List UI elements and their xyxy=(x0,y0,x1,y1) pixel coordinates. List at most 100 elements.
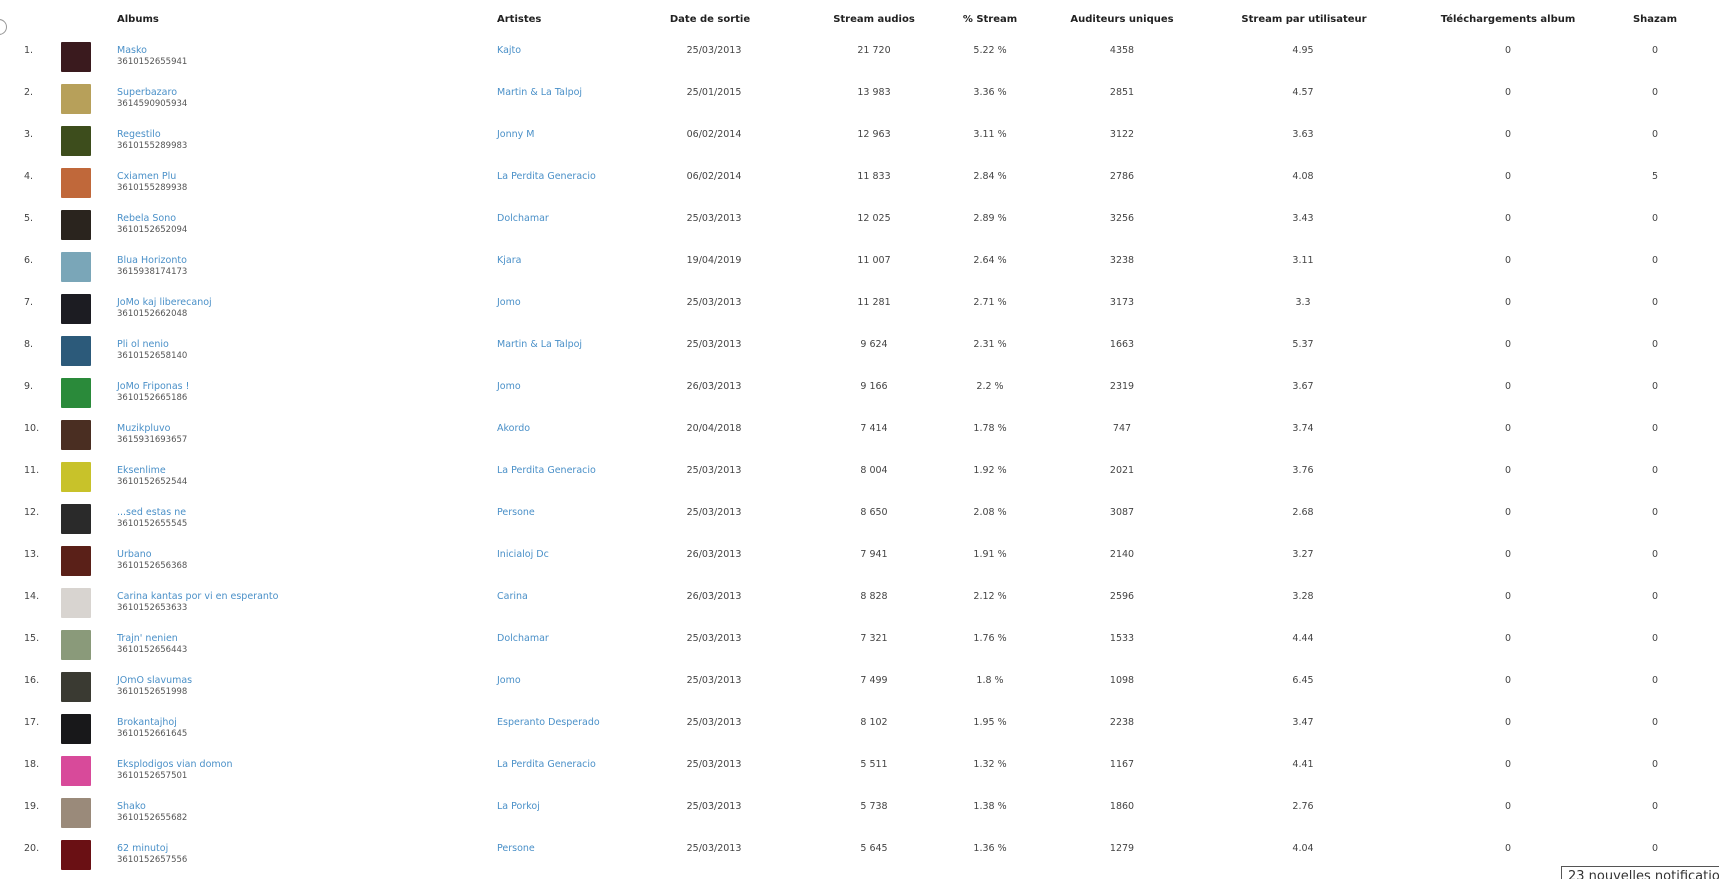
artist-link[interactable]: Dolchamar xyxy=(497,633,549,644)
notification-toast[interactable]: 23 nouvelles notification xyxy=(1561,866,1719,879)
artist-link[interactable]: Martin & La Talpoj xyxy=(497,87,582,98)
album-title-link[interactable]: Masko xyxy=(117,45,147,56)
album-cover[interactable] xyxy=(61,630,91,660)
col-header-unique-listeners[interactable]: Auditeurs uniques xyxy=(1070,14,1173,25)
col-header-stream-per-user[interactable]: Stream par utilisateur xyxy=(1241,14,1366,25)
album-title-link[interactable]: Trajn' nenien xyxy=(117,633,178,644)
release-date: 25/03/2013 xyxy=(686,801,742,812)
artist-link[interactable]: La Porkoj xyxy=(497,801,540,812)
album-title-link[interactable]: JoMo Friponas ! xyxy=(117,381,189,392)
album-cover[interactable] xyxy=(61,546,91,576)
artist-link[interactable]: La Perdita Generacio xyxy=(497,171,596,182)
artist-link[interactable]: Jomo xyxy=(497,675,521,686)
album-cover[interactable] xyxy=(61,378,91,408)
release-date: 25/03/2013 xyxy=(686,213,742,224)
album-title-link[interactable]: Carina kantas por vi en esperanto xyxy=(117,591,278,602)
album-cover[interactable] xyxy=(61,294,91,324)
album-cover[interactable] xyxy=(61,798,91,828)
album-title-link[interactable]: Muzikpluvo xyxy=(117,423,170,434)
col-header-streams[interactable]: Stream audios xyxy=(833,14,915,25)
artist-link[interactable]: Martin & La Talpoj xyxy=(497,339,582,350)
album-cover[interactable] xyxy=(61,126,91,156)
album-title-link[interactable]: Blua Horizonto xyxy=(117,255,187,266)
artist-link[interactable]: La Perdita Generacio xyxy=(497,465,596,476)
table-row: 16. JOmO slavumas 3610152651998 Jomo 25/03/2… xyxy=(0,669,1719,711)
album-downloads: 0 xyxy=(1504,297,1512,308)
album-cover[interactable] xyxy=(61,504,91,534)
artist-link[interactable]: Akordo xyxy=(497,423,530,434)
artist-link[interactable]: La Perdita Generacio xyxy=(497,759,596,770)
album-cover[interactable] xyxy=(61,462,91,492)
col-header-release-date[interactable]: Date de sortie xyxy=(670,14,750,25)
unique-listeners: 3173 xyxy=(1109,297,1135,308)
album-cover[interactable] xyxy=(61,252,91,282)
album-cover[interactable] xyxy=(61,756,91,786)
col-header-downloads[interactable]: Téléchargements album xyxy=(1441,14,1576,25)
album-cover[interactable] xyxy=(61,336,91,366)
col-header-artists[interactable]: Artistes xyxy=(497,14,541,25)
stream-per-user: 3.28 xyxy=(1292,591,1314,602)
stream-per-user: 3.47 xyxy=(1292,717,1314,728)
album-title-link[interactable]: Cxiamen Plu xyxy=(117,171,176,182)
table-row: 10. Muzikpluvo 3615931693657 Akordo 20/04/20… xyxy=(0,417,1719,459)
stream-per-user: 6.45 xyxy=(1292,675,1314,686)
table-row: 1. Masko 3610152655941 Kajto 25/03/2013 21 72… xyxy=(0,39,1719,81)
album-title-link[interactable]: Rebela Sono xyxy=(117,213,176,224)
album-cover[interactable] xyxy=(61,420,91,450)
album-cover[interactable] xyxy=(61,714,91,744)
artist-link[interactable]: Dolchamar xyxy=(497,213,549,224)
album-title-link[interactable]: Urbano xyxy=(117,549,152,560)
album-title-link[interactable]: Pli ol nenio xyxy=(117,339,169,350)
album-title-link[interactable]: Eksenlime xyxy=(117,465,166,476)
artist-link[interactable]: Carina xyxy=(497,591,528,602)
album-cover[interactable] xyxy=(61,840,91,870)
album-title-link[interactable]: JOmO slavumas xyxy=(117,675,192,686)
col-header-shazam[interactable]: Shazam xyxy=(1633,14,1677,25)
album-title-link[interactable]: 62 minutoj xyxy=(117,843,168,854)
stream-per-user: 3.76 xyxy=(1292,465,1314,476)
artist-link[interactable]: Jonny M xyxy=(497,129,535,140)
artist-link[interactable]: Jomo xyxy=(497,381,521,392)
stream-count: 13 983 xyxy=(857,87,891,98)
shazam-count: 0 xyxy=(1651,843,1659,854)
album-downloads: 0 xyxy=(1504,549,1512,560)
album-title-link[interactable]: Shako xyxy=(117,801,146,812)
stream-percent: 1.32 % xyxy=(973,759,1007,770)
artist-link[interactable]: Kajto xyxy=(497,45,521,56)
col-header-pct-stream[interactable]: % Stream xyxy=(963,14,1017,25)
album-title-link[interactable]: Superbazaro xyxy=(117,87,177,98)
stream-percent: 2.84 % xyxy=(973,171,1007,182)
album-cover[interactable] xyxy=(61,84,91,114)
artist-link[interactable]: Esperanto Desperado xyxy=(497,717,600,728)
col-header-albums[interactable]: Albums xyxy=(117,14,159,25)
album-title-link[interactable]: Eksplodigos vian domon xyxy=(117,759,232,770)
artist-link[interactable]: Inicialoj Dc xyxy=(497,549,549,560)
stream-percent: 1.78 % xyxy=(973,423,1007,434)
stream-count: 12 025 xyxy=(857,213,891,224)
album-cover[interactable] xyxy=(61,42,91,72)
album-upc: 3610155289983 xyxy=(117,141,188,151)
artist-link[interactable]: Jomo xyxy=(497,297,521,308)
album-title-link[interactable]: JoMo kaj liberecanoj xyxy=(117,297,212,308)
unique-listeners: 1167 xyxy=(1109,759,1135,770)
artist-link[interactable]: Kjara xyxy=(497,255,521,266)
album-cover[interactable] xyxy=(61,168,91,198)
row-rank: 4. xyxy=(24,171,34,182)
shazam-count: 0 xyxy=(1651,801,1659,812)
stream-per-user: 3.27 xyxy=(1292,549,1314,560)
artist-link[interactable]: Persone xyxy=(497,507,535,518)
row-rank: 13. xyxy=(24,549,40,560)
artist-link[interactable]: Persone xyxy=(497,843,535,854)
stream-per-user: 3.3 xyxy=(1295,297,1311,308)
album-cover[interactable] xyxy=(61,672,91,702)
album-cover[interactable] xyxy=(61,588,91,618)
release-date: 19/04/2019 xyxy=(686,255,742,266)
album-title-link[interactable]: ...sed estas ne xyxy=(117,507,186,518)
album-downloads: 0 xyxy=(1504,255,1512,266)
album-title-link[interactable]: Regestilo xyxy=(117,129,161,140)
album-title-link[interactable]: Brokantajhoj xyxy=(117,717,177,728)
stream-per-user: 4.44 xyxy=(1292,633,1314,644)
shazam-count: 0 xyxy=(1651,675,1659,686)
album-cover[interactable] xyxy=(61,210,91,240)
album-downloads: 0 xyxy=(1504,801,1512,812)
